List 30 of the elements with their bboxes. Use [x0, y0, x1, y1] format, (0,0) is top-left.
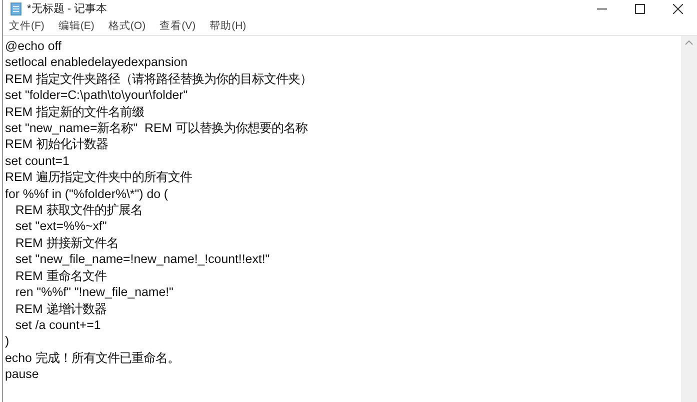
code-line: REM 拼接新文件名 [14, 234, 118, 252]
code-line: set count=1 [5, 152, 70, 170]
menu-item[interactable]: 帮助(H) [210, 19, 246, 33]
code-line: REM 初始化计数器 [5, 136, 108, 153]
code-line: @echo off [5, 38, 62, 54]
code-line: set "ext=%%~xf" [14, 218, 107, 235]
code-line: echo 完成！所有文件已重命名。 [5, 350, 180, 366]
code-line: setlocal enabledelayedexpansion [5, 54, 188, 71]
menu-item[interactable]: 文件(F) [9, 19, 44, 33]
maximize-icon [635, 4, 645, 14]
code-line: set "new_name=新名称" REM 可以替换为你想要的名称 [5, 120, 308, 136]
code-line: ren "%%f" "!new_file_name!" [14, 284, 174, 300]
window-title: *无标题 - 记事本 [27, 2, 108, 16]
code-line: REM 遍历指定文件夹中的所有文件 [5, 169, 192, 186]
code-line: set "folder=C:\path\to\your\folder" [5, 87, 188, 104]
code-line: pause [5, 366, 39, 383]
code-line: set "new_file_name=!new_name!_!count!!ext!" [14, 251, 270, 268]
menu-item[interactable]: 编辑(E) [58, 19, 94, 33]
menu-item[interactable]: 格式(O) [108, 19, 146, 33]
scrollbar[interactable] [681, 36, 697, 402]
code-line: ) [5, 333, 10, 350]
close-icon [673, 4, 683, 14]
code-line: REM 获取文件的扩展名 [14, 202, 142, 218]
code-line: REM 指定文件夹路径（请将路径替换为你的目标文件夹） [5, 70, 312, 88]
code-line: REM 指定新的文件名前缀 [5, 104, 144, 120]
code-line: for %%f in ("%folder%\*") do ( [5, 186, 168, 202]
menu-item[interactable]: 查看(V) [160, 19, 196, 33]
code-line: REM 递增计数器 [14, 300, 106, 317]
code-line: REM 重命名文件 [14, 268, 106, 284]
code-line: set /a count+=1 [14, 316, 101, 334]
